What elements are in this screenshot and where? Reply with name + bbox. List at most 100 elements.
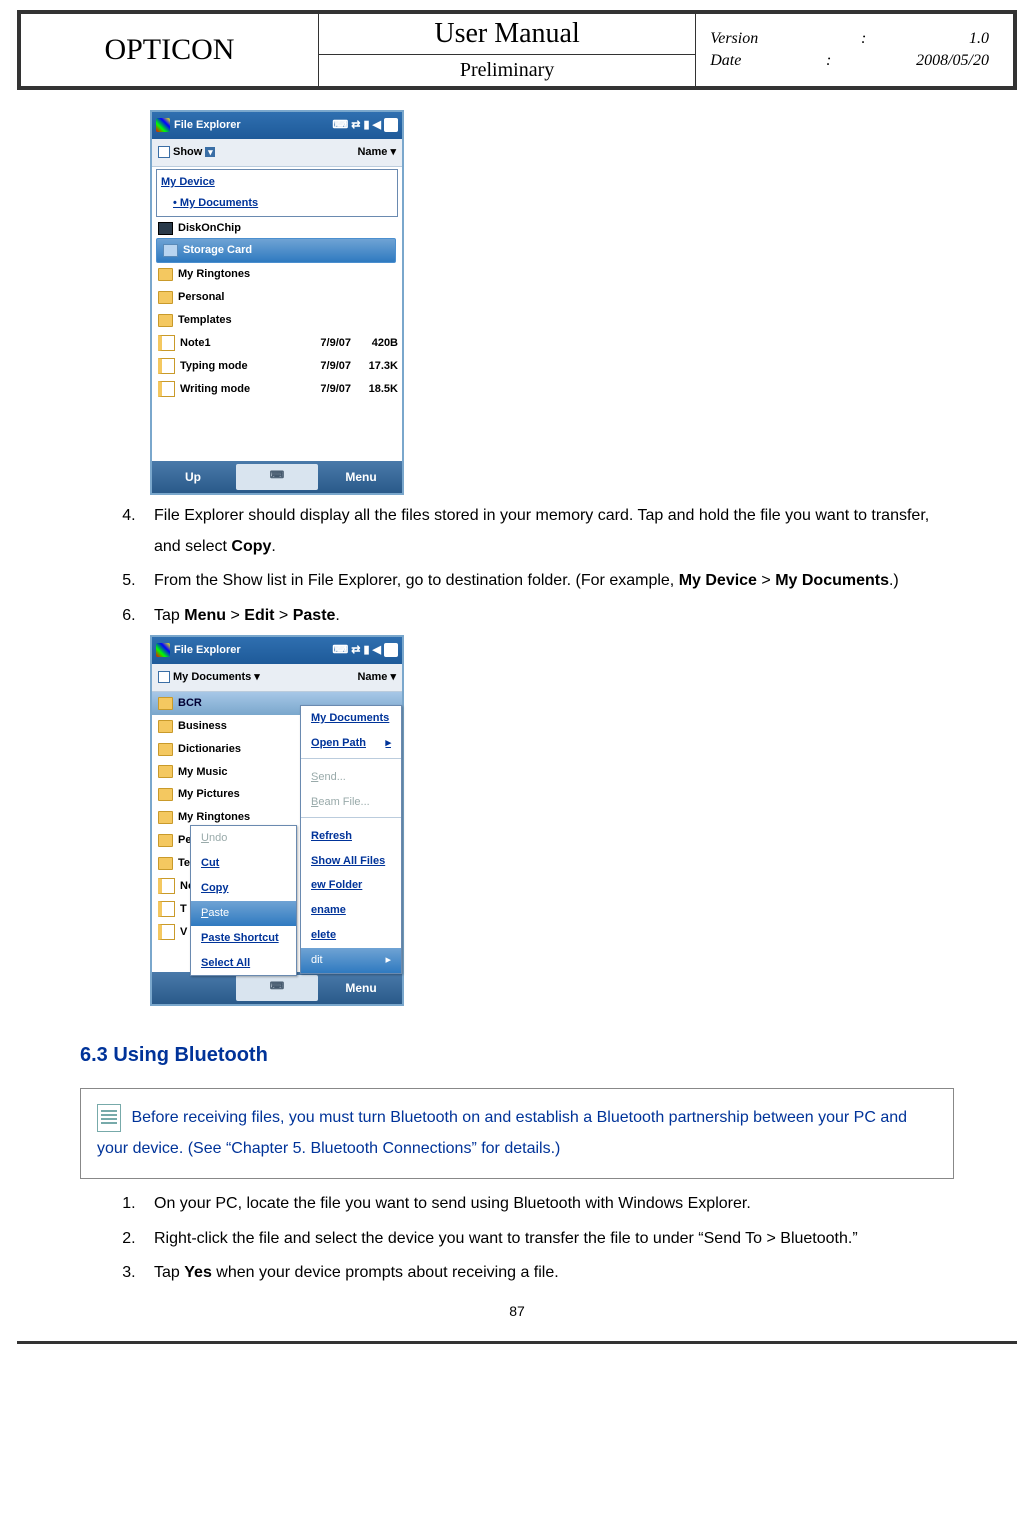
crumb-dropdown[interactable]: My Documents ▾	[158, 667, 260, 688]
steps-list-a: File Explorer should display all the fil…	[80, 501, 954, 631]
list-item[interactable]: Typing mode7/9/0717.3K	[152, 355, 402, 378]
header-table: OPTICON User Manual Version : 1.0 Date :…	[20, 13, 1014, 87]
menu-select-all[interactable]: Select All	[191, 951, 296, 976]
signal-icon: ▮	[363, 115, 369, 136]
item-date: 7/9/07	[301, 356, 351, 377]
step6-text-e: >	[274, 607, 292, 624]
menu-copy[interactable]: Copy	[191, 876, 296, 901]
show-square-icon	[158, 671, 170, 683]
folder-icon	[158, 720, 173, 733]
folder-icon	[158, 811, 173, 824]
folder-icon	[158, 314, 173, 327]
bt3-a: Tap	[154, 1264, 184, 1281]
item-name: My Ringtones	[178, 264, 398, 285]
menu-my-documents[interactable]: My Documents	[301, 706, 401, 731]
tree-popup: My Device • My Documents	[156, 169, 398, 217]
list-item-selected[interactable]: Storage Card	[156, 238, 396, 263]
context-menu-right: My Documents Open Path▸ Send... Beam Fil…	[300, 705, 402, 974]
folder-icon	[158, 788, 173, 801]
item-name: Writing mode	[180, 379, 296, 400]
crumb-label: My Documents	[173, 667, 251, 688]
menu-undo: Undo	[191, 826, 296, 851]
note-icon	[158, 878, 175, 894]
softkey-up[interactable]: Up	[152, 461, 234, 494]
bt-step-3: Tap Yes when your device prompts about r…	[140, 1258, 954, 1288]
menu-paste-selected[interactable]: Paste	[191, 901, 296, 926]
softkey-keyboard-icon[interactable]: ⌨	[236, 975, 318, 1002]
note-text: Before receiving files, you must turn Bl…	[97, 1109, 907, 1156]
chevron-down-icon: ▾	[254, 667, 260, 688]
page-frame: OPTICON User Manual Version : 1.0 Date :…	[17, 10, 1017, 90]
page-number: 87	[80, 1292, 954, 1331]
folder-icon	[158, 268, 173, 281]
start-icon[interactable]	[156, 643, 170, 657]
bt-step-1: On your PC, locate the file you want to …	[140, 1189, 954, 1219]
list-item[interactable]: DiskOnChip	[152, 217, 402, 240]
step-5: From the Show list in File Explorer, go …	[140, 566, 954, 596]
item-name: Note1	[180, 333, 296, 354]
step-6: Tap Menu > Edit > Paste.	[140, 601, 954, 631]
menu-delete[interactable]: elete	[301, 923, 401, 948]
list-item[interactable]: My Ringtones	[152, 263, 402, 286]
sync-icon: ⇄	[351, 115, 360, 136]
softkey-menu[interactable]: Menu	[320, 972, 402, 1005]
sync-icon: ⇄	[351, 640, 360, 661]
close-icon[interactable]: ✕	[384, 118, 398, 132]
item-name: Storage Card	[183, 240, 391, 261]
date-label: Date	[710, 52, 741, 70]
menu-send: Send...	[301, 765, 401, 790]
close-icon[interactable]: ✕	[384, 643, 398, 657]
sort-dropdown[interactable]: Name ▾	[357, 142, 396, 163]
note-icon	[158, 358, 175, 374]
softkey-menu[interactable]: Menu	[320, 461, 402, 494]
brand-cell: OPTICON	[21, 14, 319, 87]
title-cell: User Manual	[318, 14, 695, 55]
item-date: 7/9/07	[301, 333, 351, 354]
show-label: Show	[173, 142, 202, 163]
show-dropdown[interactable]: Show ▾	[158, 142, 215, 163]
list-item[interactable]: Personal	[152, 286, 402, 309]
menu-open-path[interactable]: Open Path▸	[301, 731, 401, 756]
menu-rename[interactable]: ename	[301, 898, 401, 923]
step-4: File Explorer should display all the fil…	[140, 501, 954, 562]
note-icon	[158, 901, 175, 917]
item-date: 7/9/07	[301, 379, 351, 400]
chevron-down-icon: ▾	[390, 146, 396, 158]
note-box: Before receiving files, you must turn Bl…	[80, 1088, 954, 1179]
card-icon	[163, 244, 178, 257]
folder-icon	[158, 697, 173, 710]
file-list-1: DiskOnChip Storage Card My Ringtones Per…	[152, 217, 402, 401]
list-item[interactable]: Writing mode7/9/0718.5K	[152, 378, 402, 401]
folder-icon	[158, 291, 173, 304]
menu-refresh[interactable]: Refresh	[301, 824, 401, 849]
steps-list-b: On your PC, locate the file you want to …	[80, 1189, 954, 1288]
item-size: 420B	[356, 333, 398, 354]
menu-edit-selected[interactable]: dit▸	[301, 948, 401, 973]
menu-cut[interactable]: Cut	[191, 851, 296, 876]
sort-label: Name	[357, 671, 387, 683]
list-item[interactable]: Note17/9/07420B	[152, 332, 402, 355]
wm-titlebar-2: File Explorer ⌨ ⇄ ▮ ◀ ✕	[152, 637, 402, 664]
note-icon	[158, 381, 175, 397]
sort-dropdown[interactable]: Name ▾	[357, 667, 396, 688]
list-item[interactable]: Templates	[152, 309, 402, 332]
step6-text-c: >	[226, 607, 244, 624]
menu-show-all[interactable]: Show All Files	[301, 849, 401, 874]
note-icon	[158, 924, 175, 940]
menu-new-folder[interactable]: ew Folder	[301, 873, 401, 898]
item-name: Typing mode	[180, 356, 296, 377]
tree-root[interactable]: My Device	[161, 172, 393, 193]
step4-bold: Copy	[231, 538, 271, 555]
softkey-keyboard-icon[interactable]: ⌨	[236, 464, 318, 491]
meta-cell: Version : 1.0 Date : 2008/05/20	[696, 14, 1014, 87]
sort-label: Name	[357, 146, 387, 158]
titlebar-text: File Explorer	[174, 115, 241, 136]
tree-child[interactable]: • My Documents	[161, 193, 393, 214]
show-square-icon	[158, 146, 170, 158]
titlebar-text: File Explorer	[174, 640, 241, 661]
start-icon[interactable]	[156, 118, 170, 132]
chevron-down-icon: ▾	[390, 671, 396, 683]
item-size: 18.5K	[356, 379, 398, 400]
menu-paste-shortcut[interactable]: Paste Shortcut	[191, 926, 296, 951]
step4-text-c: .	[271, 538, 275, 555]
